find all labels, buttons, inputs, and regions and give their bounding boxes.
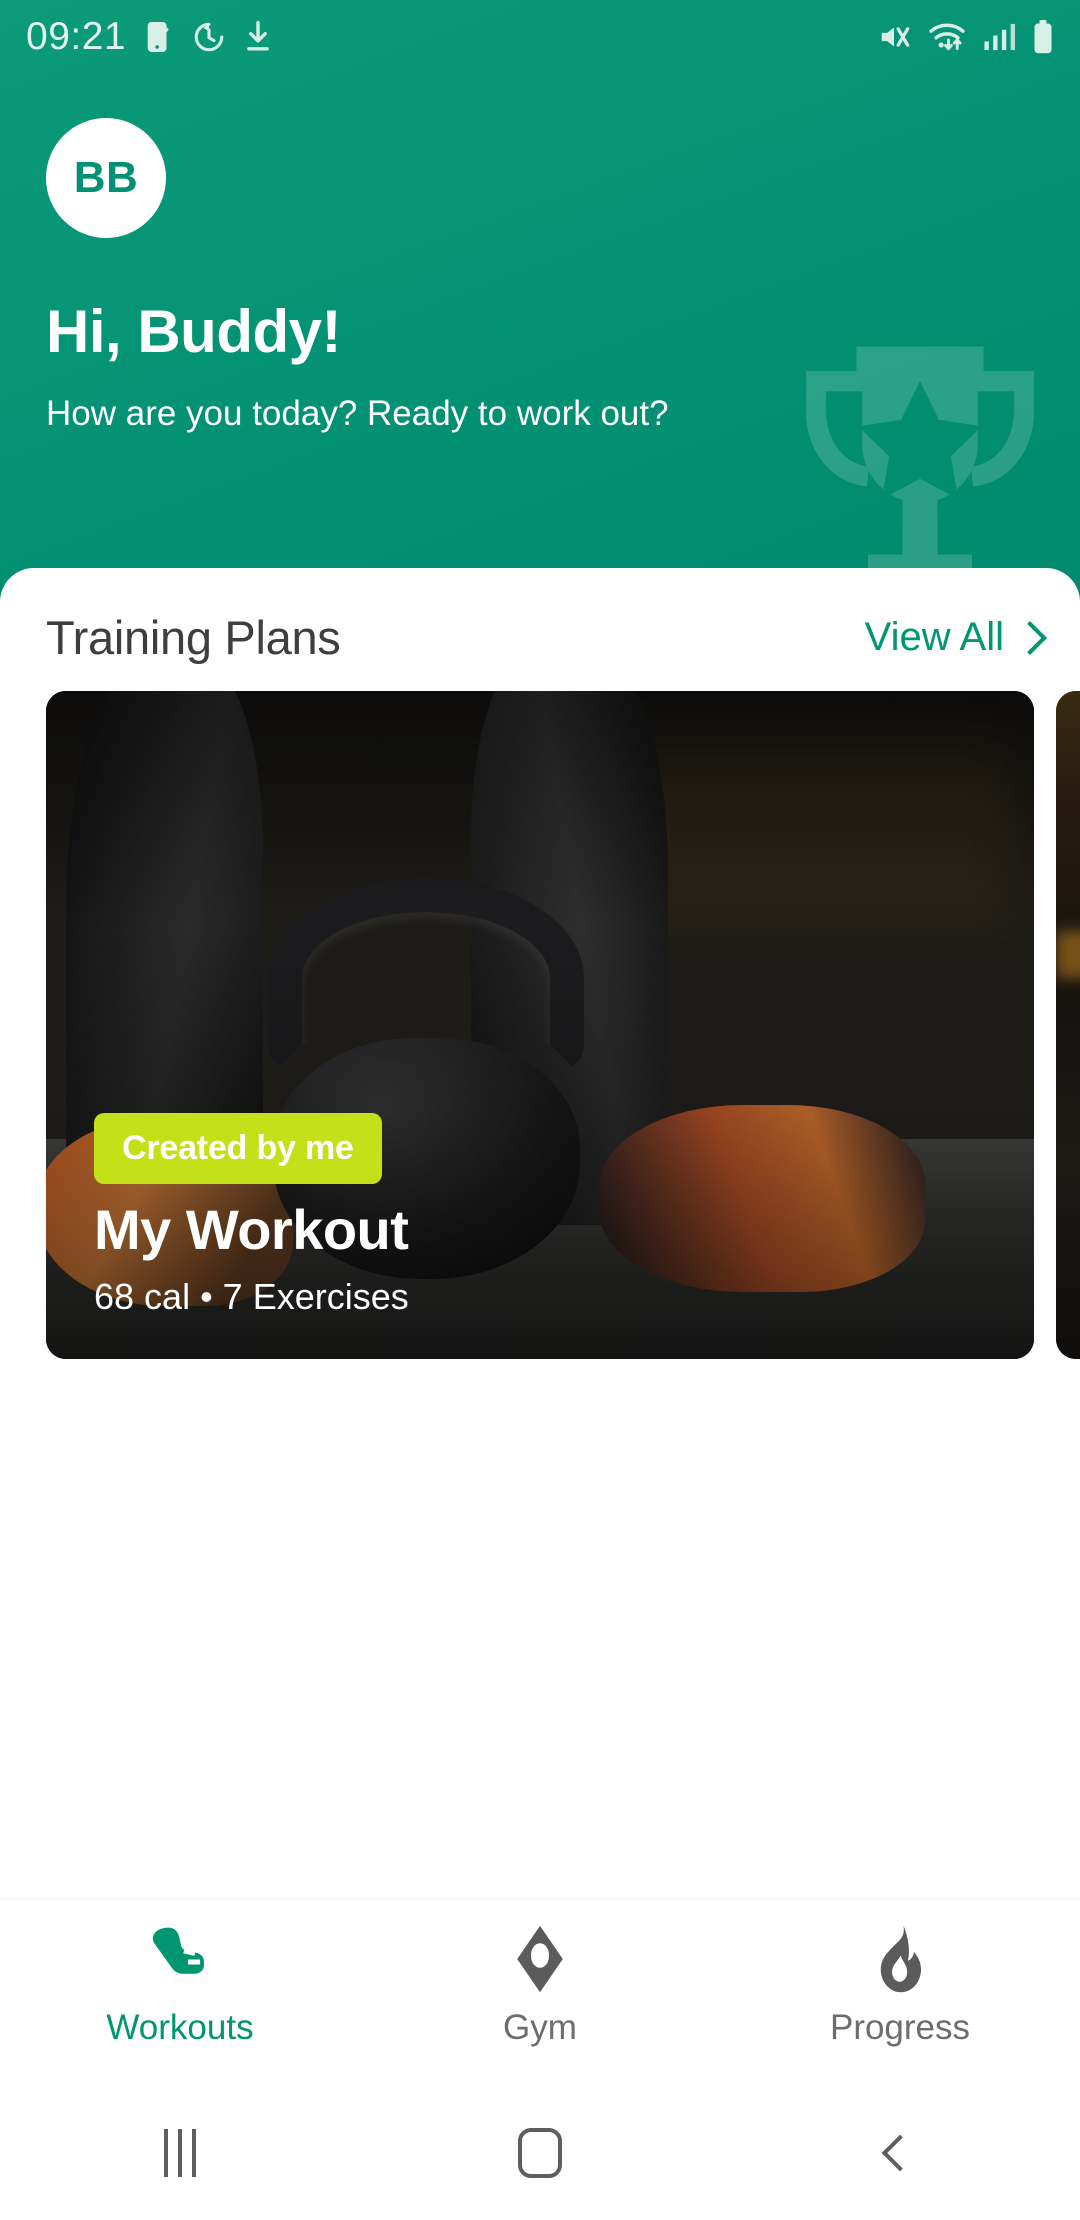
greeting-block: Hi, Buddy! How are you today? Ready to w… <box>46 300 766 438</box>
download-icon <box>247 20 269 51</box>
nav-item-progress[interactable]: Progress <box>720 1924 1080 2048</box>
back-icon <box>881 2134 919 2171</box>
home-icon <box>518 2127 562 2178</box>
alarm-timer-icon <box>194 22 224 52</box>
trophy-icon <box>805 346 1035 581</box>
recents-icon <box>164 2128 196 2177</box>
nav-item-workouts[interactable]: Workouts <box>0 1924 360 2048</box>
shoe-icon <box>152 1927 204 1974</box>
training-plans-header: Training Plans View All <box>0 610 1080 665</box>
training-plans-view-all-label: View All <box>864 615 1004 659</box>
wifi-icon <box>929 23 965 51</box>
back-button[interactable] <box>720 2134 1080 2171</box>
plan-meta: 68 cal • 7 Exercises <box>94 1276 409 1317</box>
avatar-initials: BB <box>73 153 139 202</box>
gym-photo-peek <box>1056 691 1080 1359</box>
nav-label-gym: Gym <box>503 2008 577 2047</box>
training-plans-carousel[interactable]: Created by me My Workout 68 cal • 7 Exer… <box>0 691 1080 1359</box>
location-pin-icon <box>517 1925 563 1993</box>
home-button[interactable] <box>360 2127 720 2178</box>
training-plans-view-all[interactable]: View All <box>865 615 1034 660</box>
phone-check-icon <box>147 22 169 52</box>
nav-item-gym[interactable]: Gym <box>360 1924 720 2048</box>
mute-icon <box>881 27 910 47</box>
nav-label-progress: Progress <box>829 2008 971 2047</box>
content-sheet: Training Plans View All Created by me My… <box>0 568 1080 1948</box>
page-title: Hi, Buddy! <box>46 298 341 365</box>
flame-icon <box>880 1925 921 1993</box>
recents-button[interactable] <box>0 2128 360 2177</box>
status-time: 09:21 <box>26 15 127 58</box>
status-bar-right <box>877 20 1054 54</box>
bottom-navigation: Workouts Gym Progress <box>0 1900 1080 2085</box>
greeting-subtitle: How are you today? Ready to work out? <box>46 394 669 433</box>
android-navigation-bar <box>0 2085 1080 2220</box>
plan-title: My Workout <box>94 1198 409 1261</box>
status-bar: 09:21 <box>0 0 1080 74</box>
training-plan-card-next[interactable] <box>1056 691 1080 1359</box>
avatar[interactable]: BB <box>46 118 166 238</box>
plan-badge: Created by me <box>94 1113 382 1184</box>
app-header: 09:21 BB Hi, Buddy! How are you today? R… <box>0 0 1080 600</box>
battery-icon <box>1034 20 1052 54</box>
training-plans-title: Training Plans <box>46 611 341 664</box>
status-bar-left: 09:21 <box>26 15 272 59</box>
signal-icon <box>984 23 1015 51</box>
chevron-right-icon <box>1018 623 1034 653</box>
nav-label-workouts: Workouts <box>106 2008 254 2047</box>
training-plan-card[interactable]: Created by me My Workout 68 cal • 7 Exer… <box>46 691 1034 1359</box>
